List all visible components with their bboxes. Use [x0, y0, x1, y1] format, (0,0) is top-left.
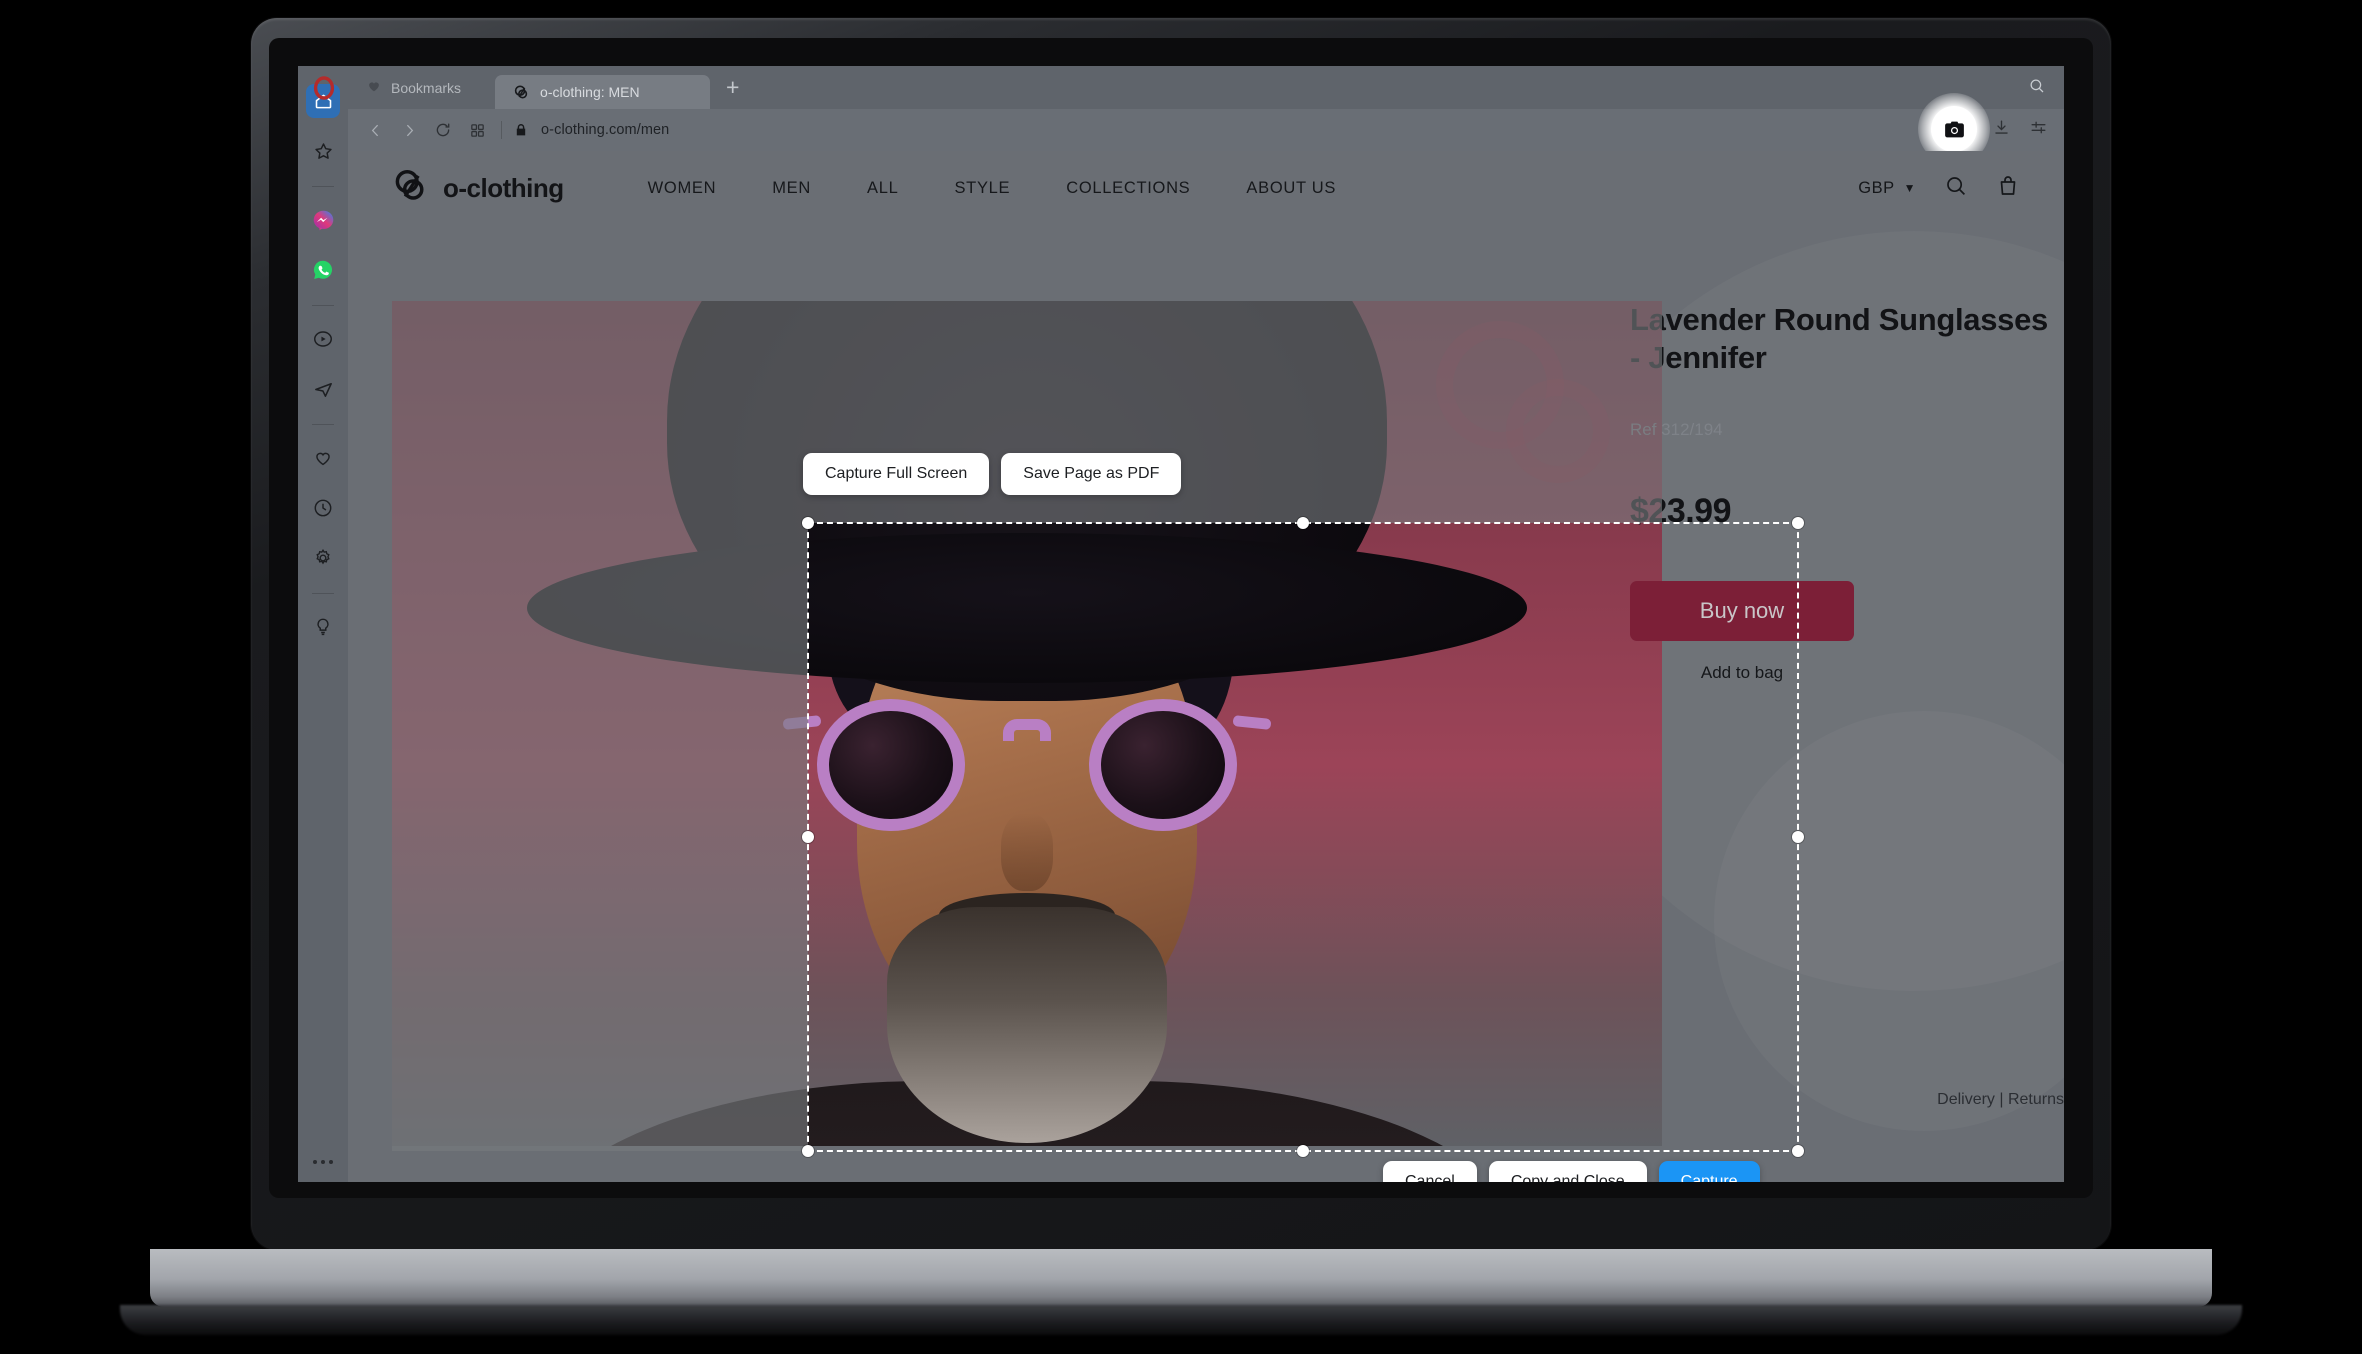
sidebar-item-player[interactable]	[306, 322, 340, 356]
capture-bottom-toolbar: Cancel Copy and Close Capture	[1383, 1161, 1760, 1182]
browser-tab[interactable]: o-clothing: MEN	[495, 75, 711, 109]
search-icon[interactable]	[2028, 77, 2046, 100]
capture-shade-left	[392, 523, 808, 1151]
laptop-bezel: Bookmarks o-clothing: MEN + o-clothing.c…	[269, 38, 2093, 1198]
sidebar-item-settings[interactable]	[306, 541, 340, 575]
opera-sidebar[interactable]	[298, 66, 348, 1182]
capture-selection-rectangle[interactable]	[802, 517, 1804, 1157]
handle-middle-left[interactable]	[802, 831, 814, 843]
site-header: o-clothing WOMEN MEN ALL STYLE COLLECTIO…	[348, 151, 2064, 225]
sidebar-divider-2	[312, 305, 334, 306]
footer-links[interactable]: Delivery | Returns	[1937, 1091, 2064, 1109]
nav-item-all[interactable]: ALL	[839, 179, 926, 198]
bookmarks-label: Bookmarks	[391, 79, 462, 96]
o-clothing-logo-icon	[392, 167, 430, 210]
sidebar-divider-4	[312, 593, 334, 594]
sidebar-divider-3	[312, 424, 334, 425]
sidebar-item-tips[interactable]	[306, 610, 340, 644]
laptop-foot-shadow	[120, 1305, 2242, 1335]
handle-bottom-right[interactable]	[1792, 1145, 1804, 1157]
product-title: Lavender Round Sunglasses - Jennifer	[1630, 302, 2048, 376]
sidebar-item-messenger[interactable]	[306, 203, 340, 237]
new-tab-button[interactable]: +	[710, 76, 755, 99]
address-bar-actions	[1992, 109, 2048, 151]
currency-value: GBP	[1858, 178, 1895, 197]
site-logo-text: o-clothing	[443, 172, 564, 203]
nav-item-women[interactable]: WOMEN	[620, 179, 745, 198]
capture-full-screen-button[interactable]: Capture Full Screen	[803, 453, 990, 495]
nav-item-style[interactable]: STYLE	[926, 179, 1038, 198]
opera-o-icon	[312, 76, 336, 100]
chevron-down-icon: ▼	[1903, 181, 1916, 195]
nav-item-collections[interactable]: COLLECTIONS	[1038, 179, 1218, 198]
handle-middle-right[interactable]	[1792, 831, 1804, 843]
handle-bottom-left[interactable]	[802, 1145, 814, 1157]
sidebar-item-telegram[interactable]	[306, 372, 340, 406]
handle-top-center[interactable]	[1297, 517, 1309, 529]
site-nav: WOMEN MEN ALL STYLE COLLECTIONS ABOUT US	[620, 179, 1364, 198]
camera-icon[interactable]	[1931, 106, 1977, 152]
browser-window: Bookmarks o-clothing: MEN + o-clothing.c…	[313, 66, 2064, 1182]
forward-button[interactable]	[392, 115, 426, 145]
sidebar-item-whatsapp[interactable]	[306, 253, 340, 287]
site-header-actions: GBP ▼	[1858, 174, 2020, 203]
laptop-screen: Bookmarks o-clothing: MEN + o-clothing.c…	[298, 66, 2064, 1182]
nav-item-men[interactable]: MEN	[744, 179, 839, 198]
nav-item-about-us[interactable]: ABOUT US	[1218, 179, 1364, 198]
url-text[interactable]: o-clothing.com/men	[541, 122, 669, 138]
capture-top-toolbar: Capture Full Screen Save Page as PDF	[803, 453, 1182, 495]
screenshot-stage: Bookmarks o-clothing: MEN + o-clothing.c…	[0, 0, 2362, 1354]
shopping-bag-icon[interactable]	[1996, 174, 2020, 203]
lock-icon	[513, 122, 529, 138]
handle-bottom-center[interactable]	[1297, 1145, 1309, 1157]
back-button[interactable]	[358, 115, 392, 145]
o-clothing-favicon	[513, 84, 530, 101]
web-page: o-clothing WOMEN MEN ALL STYLE COLLECTIO…	[348, 151, 2064, 1182]
product-reference: Ref 312/194	[1630, 419, 1723, 439]
laptop-lid: Bookmarks o-clothing: MEN + o-clothing.c…	[251, 18, 2111, 1250]
sidebar-item-history[interactable]	[306, 491, 340, 525]
cancel-button[interactable]: Cancel	[1383, 1161, 1477, 1182]
bookmarks-button[interactable]: Bookmarks	[354, 71, 477, 105]
tab-title: o-clothing: MEN	[540, 84, 640, 100]
laptop-base	[150, 1249, 2212, 1307]
handle-top-left[interactable]	[802, 517, 814, 529]
copy-and-close-button[interactable]: Copy and Close	[1488, 1161, 1647, 1182]
download-icon[interactable]	[1992, 118, 2011, 142]
grid-icon[interactable]	[460, 115, 494, 145]
currency-selector[interactable]: GBP ▼	[1858, 179, 1916, 198]
sliders-icon[interactable]	[2029, 118, 2048, 142]
handle-top-right[interactable]	[1792, 517, 1804, 529]
sidebar-more-button[interactable]	[313, 1160, 333, 1164]
sidebar-item-pinboard[interactable]	[306, 441, 340, 475]
sidebar-item-favorites[interactable]	[306, 134, 340, 168]
heart-icon	[366, 78, 382, 97]
save-page-as-pdf-button[interactable]: Save Page as PDF	[1001, 453, 1182, 495]
address-bar: o-clothing.com/men	[348, 93, 2064, 165]
tab-bar: Bookmarks o-clothing: MEN +	[313, 66, 2064, 109]
site-logo[interactable]: o-clothing	[392, 167, 564, 210]
capture-button[interactable]: Capture	[1658, 1161, 1760, 1182]
search-icon[interactable]	[1944, 174, 1968, 203]
sidebar-divider-1	[312, 186, 334, 187]
reload-button[interactable]	[426, 115, 460, 145]
address-bar-divider	[501, 121, 502, 139]
